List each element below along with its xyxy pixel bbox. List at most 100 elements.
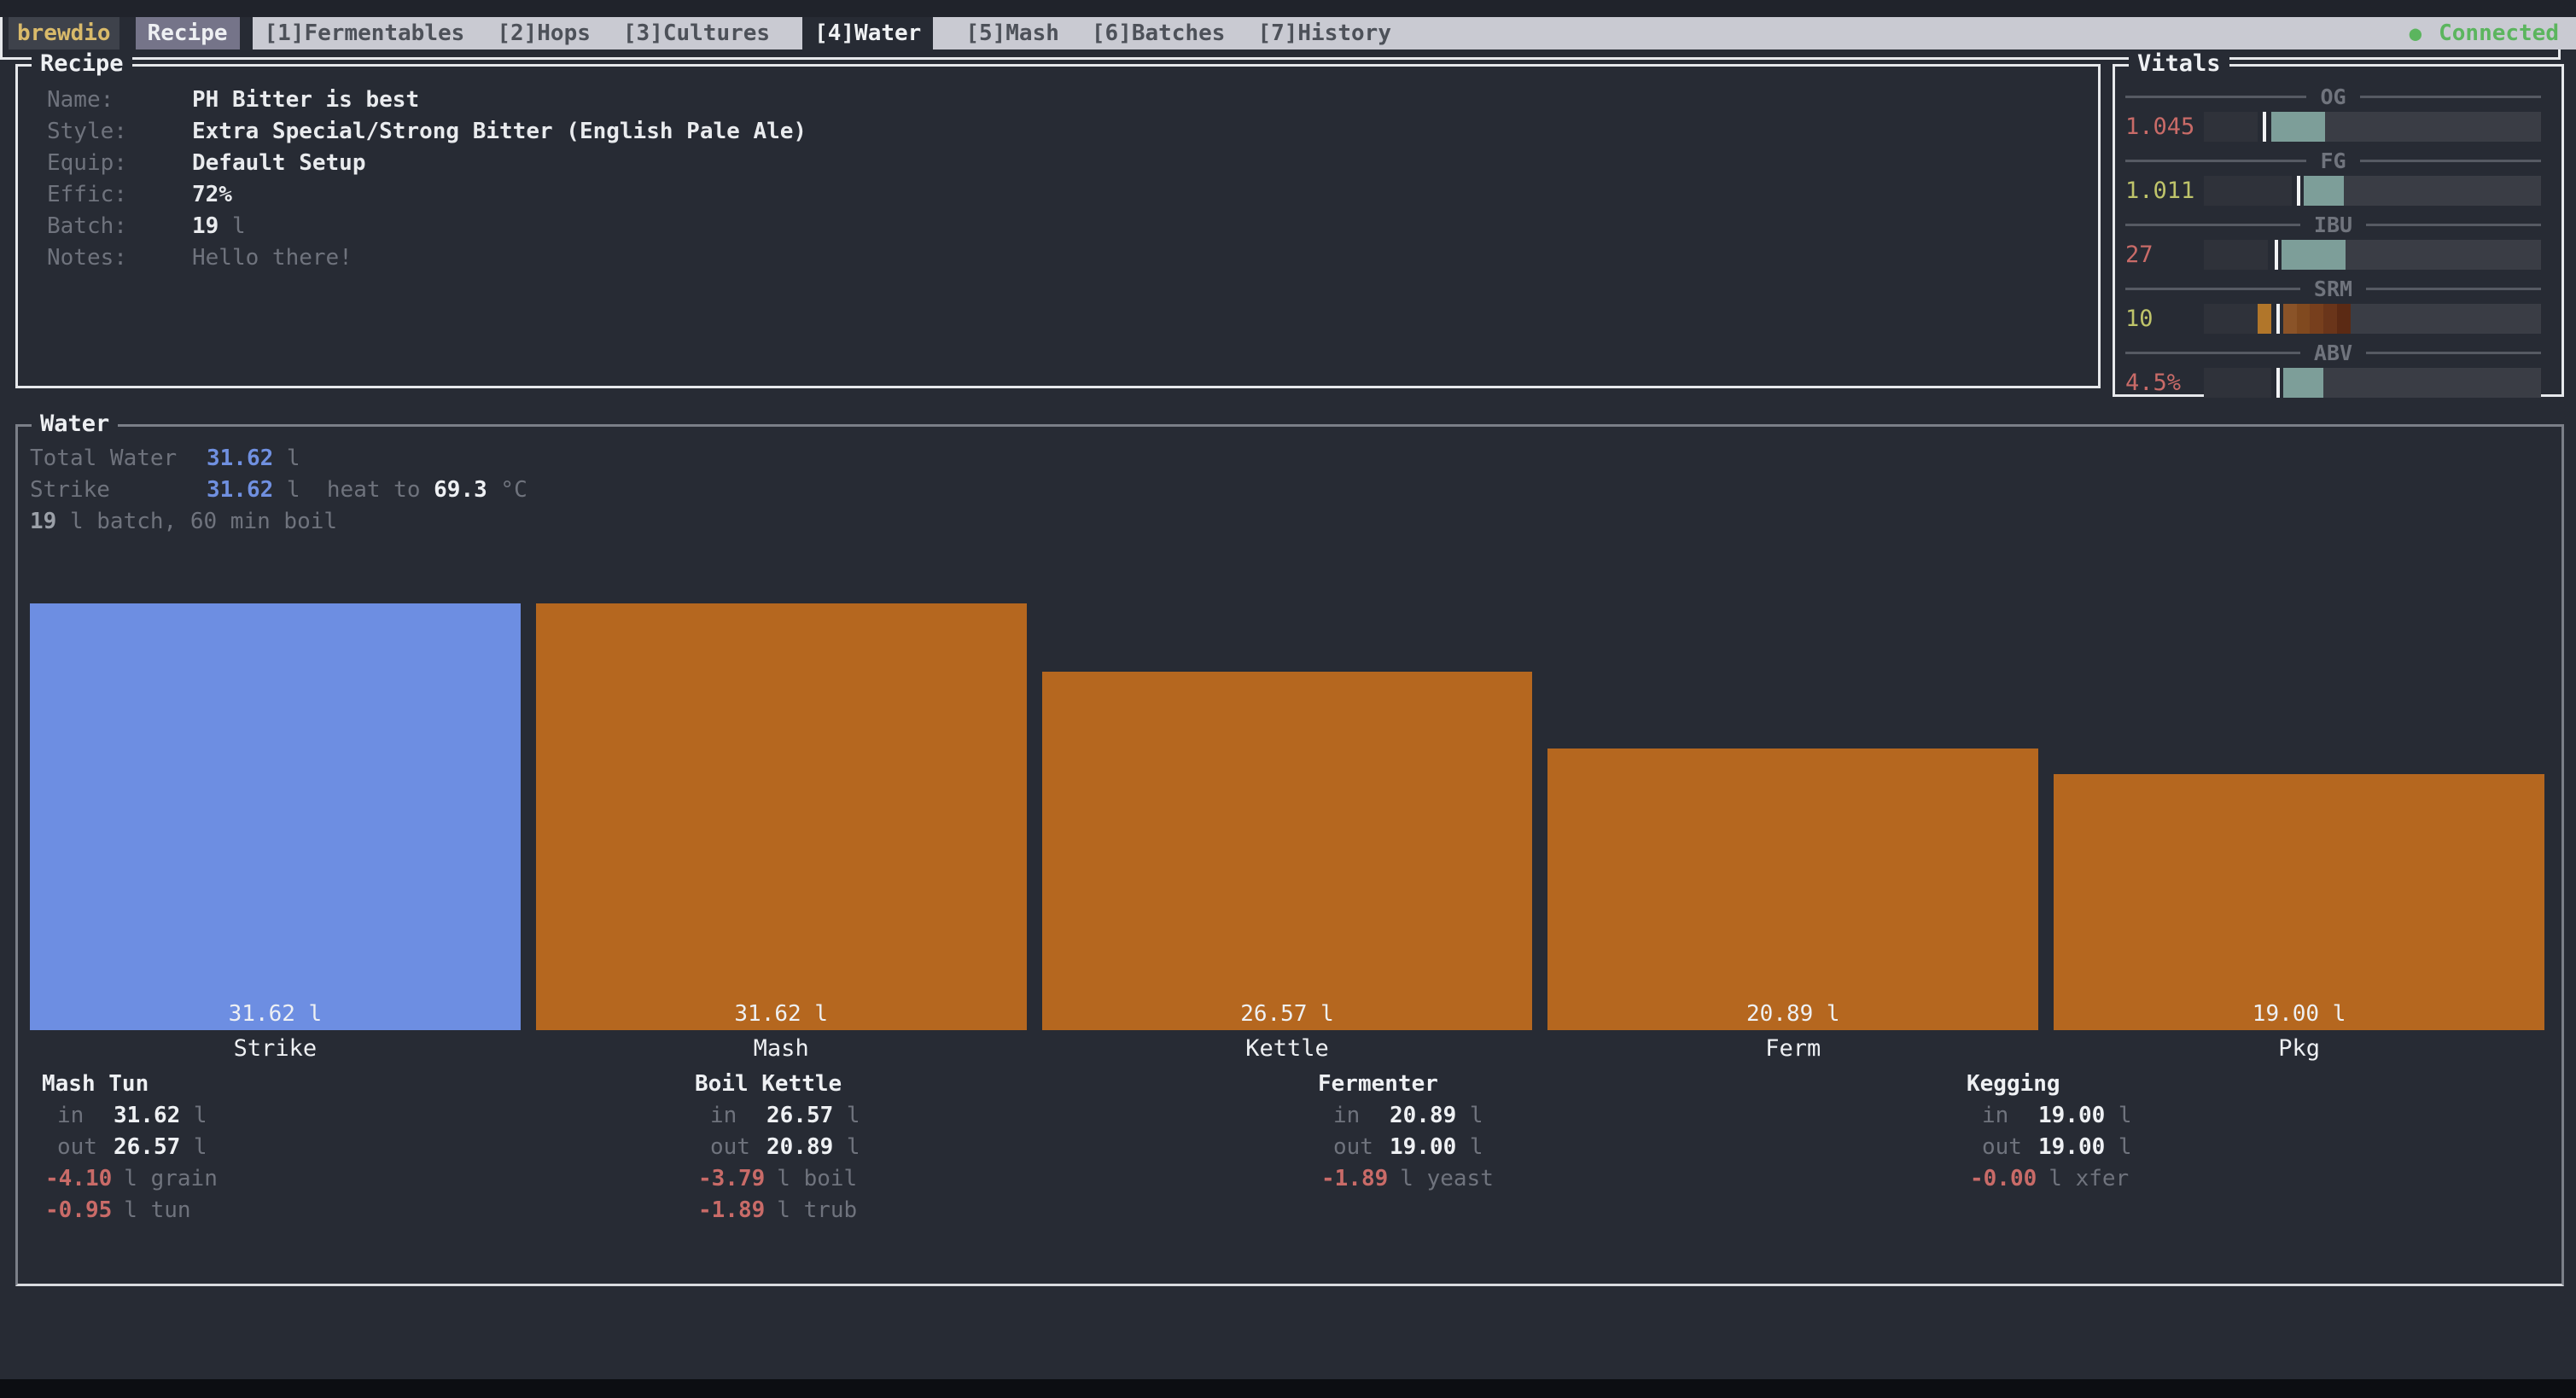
volume-bar-ferm: 20.89 l — [1547, 749, 2038, 1030]
stage-io-value: 31.62 — [114, 1100, 180, 1132]
stage-name: Mash Tun — [30, 1069, 218, 1100]
gauge-marker — [2297, 176, 2300, 206]
tab-2hops[interactable]: [2]Hops — [497, 17, 591, 50]
bar-value-label: 19.00 l — [2253, 1001, 2346, 1027]
water-panel: Water Total Water31.62 l Strike31.62 l h… — [15, 424, 2564, 1286]
vital-value: 1.011 — [2125, 176, 2204, 206]
vital-value: 27 — [2125, 240, 2204, 270]
gauge-marker — [2276, 368, 2280, 398]
strike-label: Strike — [30, 477, 207, 503]
recipe-fields: Name:PH Bitter is bestStyle:Extra Specia… — [18, 67, 2098, 273]
stage-loss-desc: l grain — [124, 1163, 218, 1195]
vital-gauge — [2204, 176, 2541, 206]
stage-loss-row: -0.95l tun — [30, 1195, 218, 1226]
recipe-field-value: 19 — [192, 213, 219, 239]
vitals-panel: Vitals OG1.045FG1.011IBU27SRM10ABV4.5% — [2113, 64, 2564, 397]
stage-io-row: in20.89 l — [1306, 1100, 1494, 1132]
vital-row: 27 — [2125, 240, 2541, 270]
stage-io-value: 19.00 — [1390, 1132, 1456, 1163]
separator-line — [2125, 288, 2300, 290]
separator-line — [2366, 352, 2541, 354]
stage-loss-row: -3.79l boil — [683, 1163, 860, 1195]
vital-srm: SRM10 — [2125, 277, 2541, 334]
stage-io-row: out19.00 l — [1955, 1132, 2132, 1163]
stage-io-unit: l — [833, 1132, 860, 1163]
vital-row: 1.045 — [2125, 112, 2541, 142]
stage-kegging: Keggingin19.00 lout19.00 l-0.00l xfer — [1955, 1069, 2132, 1195]
bar-value-label: 31.62 l — [734, 1001, 828, 1027]
gauge-marker — [2263, 112, 2266, 142]
vital-value: 4.5% — [2125, 368, 2204, 398]
vitals-panel-title: Vitals — [2129, 50, 2229, 78]
gauge-marker — [2276, 304, 2280, 334]
vital-og: OG1.045 — [2125, 85, 2541, 142]
recipe-field-label: Style: — [47, 119, 192, 144]
tab-5mash[interactable]: [5]Mash — [965, 17, 1059, 50]
stage-loss-desc: l xfer — [2049, 1163, 2129, 1195]
stage-io-key: in — [1982, 1100, 2038, 1132]
stage-io-value: 19.00 — [2038, 1132, 2105, 1163]
tab-3cultures[interactable]: [3]Cultures — [623, 17, 770, 50]
srm-range-band — [2297, 304, 2311, 334]
stage-loss-row: -0.00 l xfer — [1955, 1163, 2132, 1195]
gauge-marker — [2275, 240, 2278, 270]
batch-note-row: 19 l batch, 60 min boil — [30, 505, 527, 537]
stage-io-key: in — [710, 1100, 766, 1132]
separator-line — [2125, 352, 2300, 354]
vital-label: IBU — [2314, 213, 2352, 237]
recipe-panel: Recipe Name:PH Bitter is bestStyle:Extra… — [15, 64, 2101, 388]
tab-6batches[interactable]: [6]Batches — [1092, 17, 1226, 50]
vital-separator: SRM — [2125, 277, 2541, 300]
stage-io-value: 26.57 — [766, 1100, 833, 1132]
strike-temp-unit: °C — [487, 477, 527, 503]
stage-io-key: out — [57, 1132, 114, 1163]
stage-io-unit: l — [1456, 1132, 1483, 1163]
bar-category-label: Mash — [536, 1035, 1027, 1067]
water-panel-title: Water — [32, 411, 118, 438]
bar-value-label: 31.62 l — [229, 1001, 323, 1027]
tab-1fermentables[interactable]: [1]Fermentables — [265, 17, 465, 50]
vital-separator: FG — [2125, 149, 2541, 172]
stage-loss-row: -1.89l yeast — [1306, 1163, 1494, 1195]
style-range-band — [2283, 368, 2323, 398]
recipe-field-label: Equip: — [47, 150, 192, 176]
vital-label: ABV — [2314, 341, 2352, 365]
stage-io-value: 26.57 — [114, 1132, 180, 1163]
stage-loss-value: -0.00 — [1970, 1163, 2037, 1195]
stage-io-row: out20.89 l — [683, 1132, 860, 1163]
vital-row: 1.011 — [2125, 176, 2541, 206]
total-water-row: Total Water31.62 l — [30, 442, 527, 474]
strike-unit: l — [273, 477, 300, 503]
recipe-field-value: 72% — [192, 182, 232, 207]
vital-label: FG — [2320, 149, 2346, 173]
total-water-value: 31.62 — [207, 446, 273, 471]
separator-line — [2360, 96, 2541, 98]
recipe-field-value: Hello there! — [192, 245, 353, 271]
vital-fg: FG 1.011 — [2125, 149, 2541, 206]
water-summary: Total Water31.62 l Strike31.62 l heat to… — [30, 442, 527, 537]
separator-line — [2125, 224, 2300, 226]
stage-mash-tun: Mash Tunin31.62 lout26.57 l-4.10l grain-… — [30, 1069, 218, 1226]
window-bottom-strip — [0, 1379, 2576, 1398]
stage-loss-value: -4.10 — [45, 1163, 112, 1195]
vital-gauge — [2204, 240, 2541, 270]
stage-loss-value: -0.95 — [45, 1195, 112, 1226]
connected-dot-icon: ● — [2410, 21, 2422, 45]
volume-bar-kettle: 26.57 l — [1042, 672, 1533, 1030]
separator-line — [2125, 160, 2306, 162]
tab-bar: brewdio Recipe [1]Fermentables[2]Hops[3]… — [0, 17, 2576, 50]
tab-7history[interactable]: [7]History — [1257, 17, 1391, 50]
recipe-field-label: Notes: — [47, 245, 192, 271]
recipe-field-row: Equip:Default Setup — [47, 147, 2098, 178]
stage-loss-desc: l trub — [777, 1195, 857, 1226]
stage-io-value: 19.00 — [2038, 1100, 2105, 1132]
strike-temp-value: 69.3 — [434, 477, 487, 503]
strike-value: 31.62 — [207, 477, 273, 503]
volume-bar-mash: 31.62 l — [536, 603, 1027, 1030]
gauge-track-dark — [2204, 368, 2271, 398]
bar-category-label: Pkg — [2054, 1035, 2544, 1067]
stage-io-unit: l — [180, 1132, 207, 1163]
vital-separator: ABV — [2125, 341, 2541, 364]
tab-4water[interactable]: [4]Water — [802, 17, 933, 50]
view-tab-recipe[interactable]: Recipe — [136, 17, 240, 50]
